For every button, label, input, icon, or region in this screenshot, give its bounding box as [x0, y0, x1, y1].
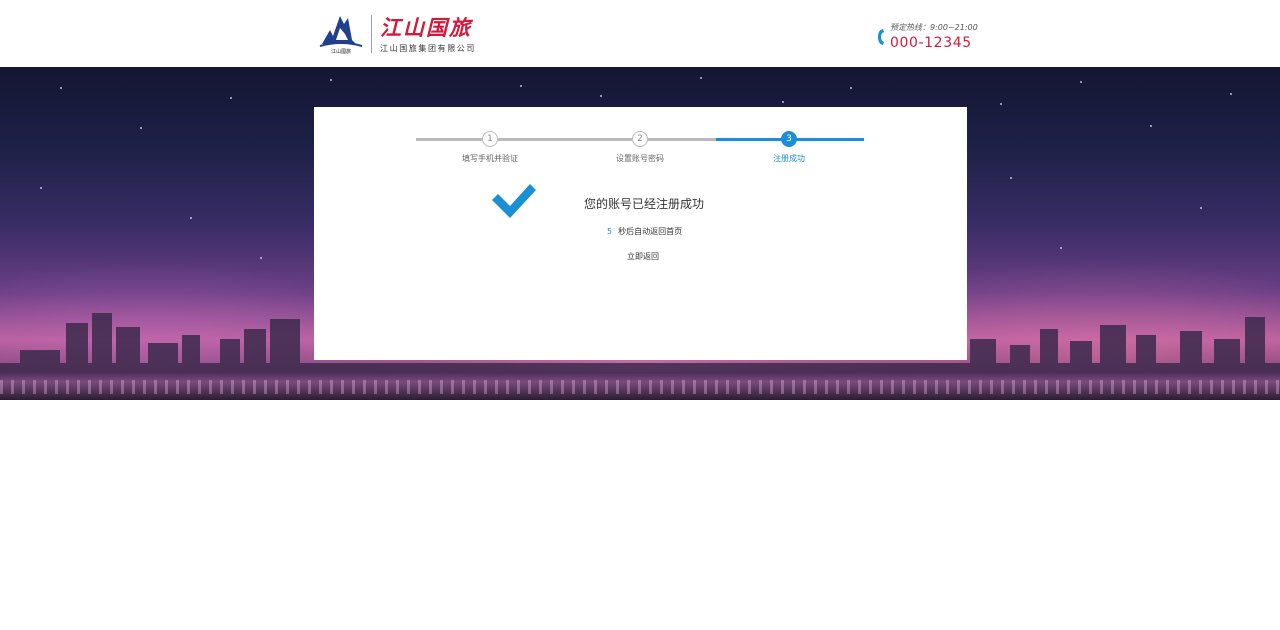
phone-icon — [878, 29, 884, 45]
return-now-link[interactable]: 立即返回 — [627, 251, 659, 262]
water-lights — [0, 380, 1280, 394]
step-1-label: 填写手机并验证 — [462, 154, 518, 163]
logo-divider — [371, 15, 372, 53]
step-2-label: 设置账号密码 — [616, 154, 664, 163]
step-2-circle: 2 — [632, 131, 648, 147]
jiangshan-logo-icon[interactable]: 江山國旅 — [318, 10, 364, 58]
logo-caption: 江山國旅 — [331, 48, 351, 55]
brand-subtitle: 江山国旅集团有限公司 — [380, 44, 476, 53]
checkmark-icon — [492, 184, 536, 218]
step-3-circle: 3 — [781, 131, 797, 147]
registration-card: 1 填写手机并验证 2 设置账号密码 3 注册成功 您的账号已经注册成功 5 秒后… — [314, 107, 967, 360]
step-1-circle: 1 — [482, 131, 498, 147]
countdown-label: 秒后自动返回首页 — [618, 227, 683, 236]
success-message: 您的账号已经注册成功 — [584, 197, 705, 211]
hotline-number: 000-12345 — [890, 35, 972, 51]
countdown-seconds: 5 — [607, 227, 613, 236]
brand-name: 江山国旅 — [380, 15, 472, 40]
countdown-text: 5 秒后自动返回首页 — [607, 226, 682, 237]
site-header: 江山國旅 江山国旅 江山国旅集团有限公司 预定热线：9:00~21:00 000… — [0, 0, 1280, 67]
step-3-label: 注册成功 — [773, 154, 805, 163]
hotline-label: 预定热线：9:00~21:00 — [890, 23, 978, 32]
